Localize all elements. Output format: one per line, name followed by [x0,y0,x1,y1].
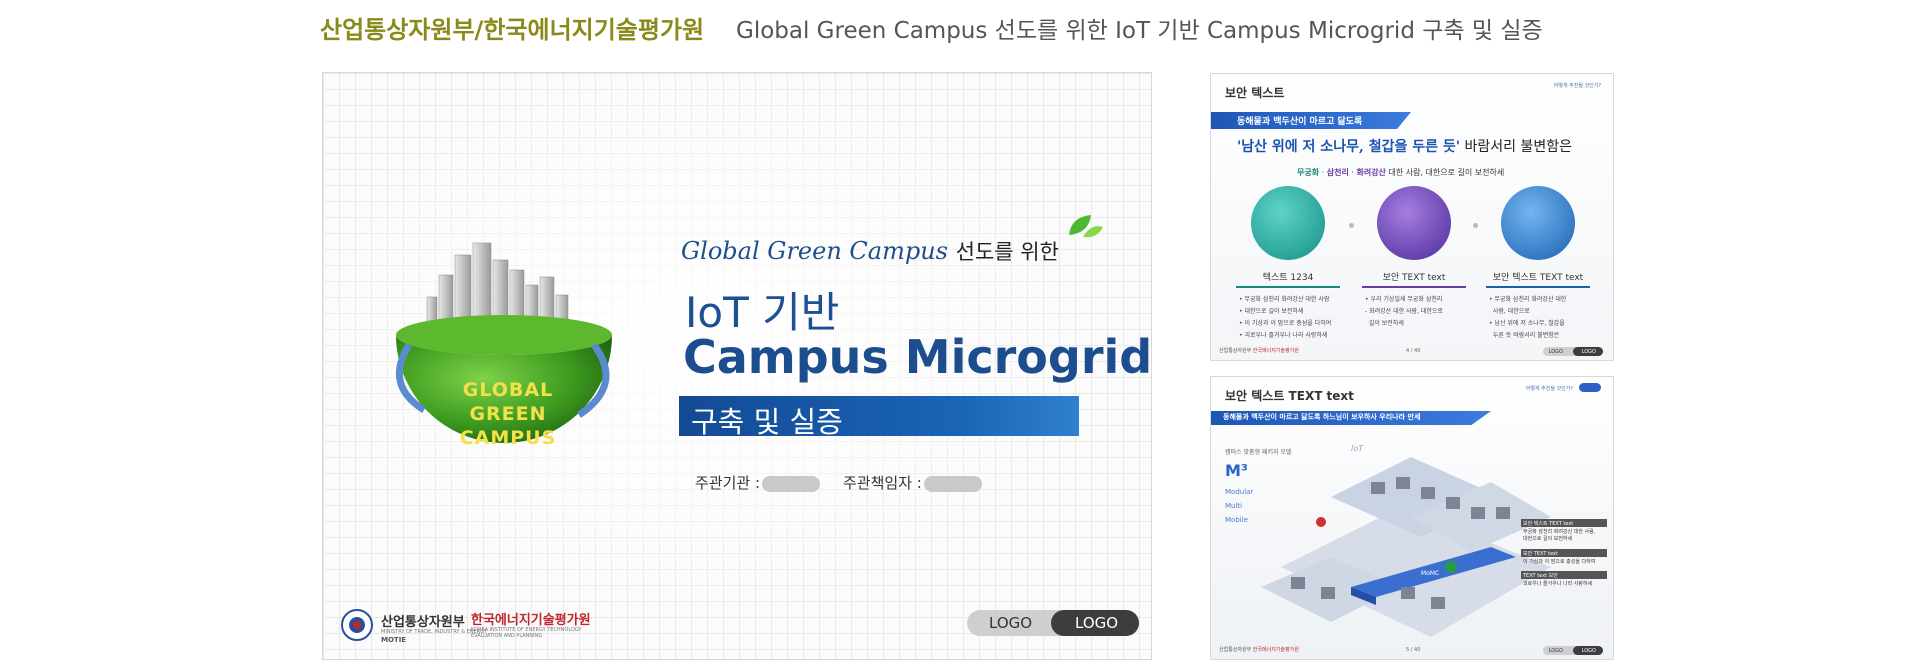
thumb1-col2-line [1362,286,1466,288]
ketep-name: 한국에너지기술평가원 [471,613,591,628]
thumb1-logo-1: LOGO [1548,349,1563,355]
title-banner-text: 구축 및 실증 [691,405,843,439]
cube-search-icon [1377,186,1451,260]
thumb1-logo-2: LOGO [1581,349,1596,355]
thumbnail-slide-2[interactable]: 보안 텍스트 TEXT text 어떻게 추진될 것인가? 동해물과 백두산이 … [1210,376,1614,660]
thumb1-col1-bullets: • 무궁화 삼천리 화려강산 대한 사람 • 대한으로 길이 보전하세 • 이 … [1239,294,1331,342]
title-line-2: Campus Microgrid [683,330,1152,384]
list-item: 두른 듯 바람서리 불변함은 [1492,332,1560,339]
thumb2-box-3-desc: 괴로우나 즐거우나 나라 사랑하세 [1523,581,1593,587]
logo-text-1: LOGO [989,614,1033,632]
list-item: Modular [1225,488,1254,496]
thumb2-box-1-title: 보안 텍스트 TEXT text [1523,521,1574,527]
motie-en: MOTIE [381,636,407,644]
gears-icon [1251,186,1325,260]
thumb1-page-number: 4 / 40 [1406,348,1421,354]
thumb2-logo-2: LOGO [1581,648,1596,654]
thumb1-sub-mid: · [1319,168,1327,177]
list-item: • 무궁화 삼천리 화려강산 대한 사람 [1239,296,1330,303]
header-org: 산업통상자원부/한국에너지기술평가원 [320,16,705,44]
thumb1-col3-bullets: • 무궁화 삼천리 화려강산 대한 사람, 대한으로 • 남산 위에 저 소나무… [1489,294,1566,342]
manager-field: 주관책임자 : [843,472,982,493]
leaf-icon [1069,215,1103,238]
globe-icon [1501,186,1575,260]
thumb2-box-2-desc: 이 기상과 이 맘으로 충성을 다하여 [1523,559,1596,565]
agency-field: 주관기관 : [695,472,821,493]
thumb2-heading: 보안 텍스트 TEXT text [1225,389,1354,403]
thumb2-box-1-desc: 무궁화 삼천리 화려강산 대한 사람, 대한으로 길이 보전하세 [1523,529,1596,542]
thumb2-corner-badge [1579,383,1601,392]
header-title: Global Green Campus 선도를 위한 IoT 기반 Campus… [736,18,1543,44]
thumb1-col1-title: 텍스트 1234 [1262,273,1314,283]
globe-line-2: GREEN [469,403,547,425]
motie-name: 산업통상자원부 [381,615,465,630]
thumb2-logo-1: LOGO [1548,648,1563,654]
globe-label: GLOBAL GREEN CAMPUS [433,378,583,450]
subtitle-en: Global Green Campus [681,237,948,265]
agency-value-placeholder [762,475,821,492]
thumb1-quote-bold: '남산 위에 저 소나무, 철갑을 두른 듯' [1237,139,1461,155]
ketep-sub-2: EVALUATION AND PLANNING [471,633,543,639]
thumb1-col2-bullets: • 우리 기상일세 무궁화 삼천리 - 화려강산 대한 사람, 대한으로 길이 … [1365,294,1443,330]
list-item: • 우리 기상일세 무궁화 삼천리 [1365,296,1443,303]
thumb1-col3-line [1486,286,1590,288]
thumb1-sub: 무궁화 · 삼천리 · 화려강산 대한 사람, 대한으로 길이 보전하세 [1297,167,1504,178]
thumb1-sub-green: 무궁화 [1297,168,1320,177]
thumbnail-slide-1[interactable]: 보안 텍스트 어떻게 추진될 것인가? 동해물과 백두산이 마르고 닳도록 '남… [1210,73,1614,361]
thumb2-ribbon-text: 동해물과 백두산이 마르고 닳도록 하느님이 보우하사 우리나라 만세 [1223,413,1421,421]
list-item: 사람, 대한으로 [1492,308,1530,315]
thumb2-momc-label: MoMC [1421,570,1439,577]
ketep-sub: KOREA INSTITUTE OF ENERGY TECHNOLOGY EVA… [471,627,582,639]
thumb2-iot-label: IoT [1351,444,1364,453]
isometric-microgrid-diagram: IoT MoMC [1261,444,1551,637]
thumb2-footer-logos: 산업통상자원부 한국에너지기술평가원 [1219,647,1299,653]
subtitle-ko: 선도를 위한 [955,240,1059,264]
thumb1-sub-purple2: 화려강산 [1356,168,1386,177]
thumb2-m3: M³ [1225,461,1248,480]
list-item: Multi [1225,502,1243,510]
thumb1-corner: 어떻게 추진될 것인가? [1553,83,1601,89]
thumb2-page-number: 5 / 40 [1406,647,1421,653]
list-item: - 화려강산 대한 사람, 대한으로 [1365,308,1443,315]
subtitle: Global Green Campus 선도를 위한 [681,236,1059,266]
thumb1-col3-title: 보안 텍스트 TEXT text [1492,273,1584,283]
separator-dot [1473,223,1478,228]
thumb2-box-3-title: TEXT text 보안 [1523,573,1558,579]
thumb1-quote: '남산 위에 저 소나무, 철갑을 두른 듯' 바람서리 불변함은 [1237,136,1572,156]
thumb2-mod-list: Modular Multi Mobile [1225,485,1253,527]
manager-label: 주관책임자 : [843,474,922,492]
list-item: • 이 기상과 이 맘으로 충성을 다하여 [1239,320,1332,327]
list-item: • 남산 위에 저 소나무, 철갑을 [1489,320,1565,327]
thumb1-sub-rest: 대한 사람, 대한으로 길이 보전하세 [1385,168,1505,177]
thumb1-quote-rest: 바람서리 불변함은 [1460,139,1572,155]
list-item: • 대한으로 길이 보전하세 [1239,308,1304,315]
motie-emblem-icon [341,609,373,641]
agency-label: 주관기관 : [695,474,761,492]
thumb2-box-2-title: 보안 TEXT text [1523,551,1558,557]
list-item: 길이 보전하세 [1368,320,1404,327]
list-item: • 무궁화 삼천리 화려강산 대한 [1489,296,1567,303]
separator-dot [1349,223,1354,228]
thumb2-corner: 어떻게 추진될 것인가? [1525,386,1573,392]
logo-text-2: LOGO [1075,614,1119,632]
list-item: Mobile [1225,516,1248,524]
thumb1-footer-logos: 산업통상자원부 한국에너지기술평가원 [1219,348,1299,354]
main-slide-preview[interactable]: GLOBAL GREEN CAMPUS Global Green Campus … [322,72,1152,660]
thumb1-ribbon-text: 동해물과 백두산이 마르고 닳도록 [1237,117,1363,127]
thumb1-col2-title: 보안 TEXT text [1382,273,1446,283]
thumb1-sub-purple: 삼천리 [1326,168,1349,177]
globe-line-1: GLOBAL [462,379,554,401]
list-item: • 괴로우나 즐거우나 나라 사랑하세 [1239,332,1328,339]
globe-line-3: CAMPUS [459,427,557,449]
manager-value-placeholder [923,475,982,492]
thumb1-heading: 보안 텍스트 [1225,86,1285,100]
thumb1-col1-line [1236,286,1340,288]
